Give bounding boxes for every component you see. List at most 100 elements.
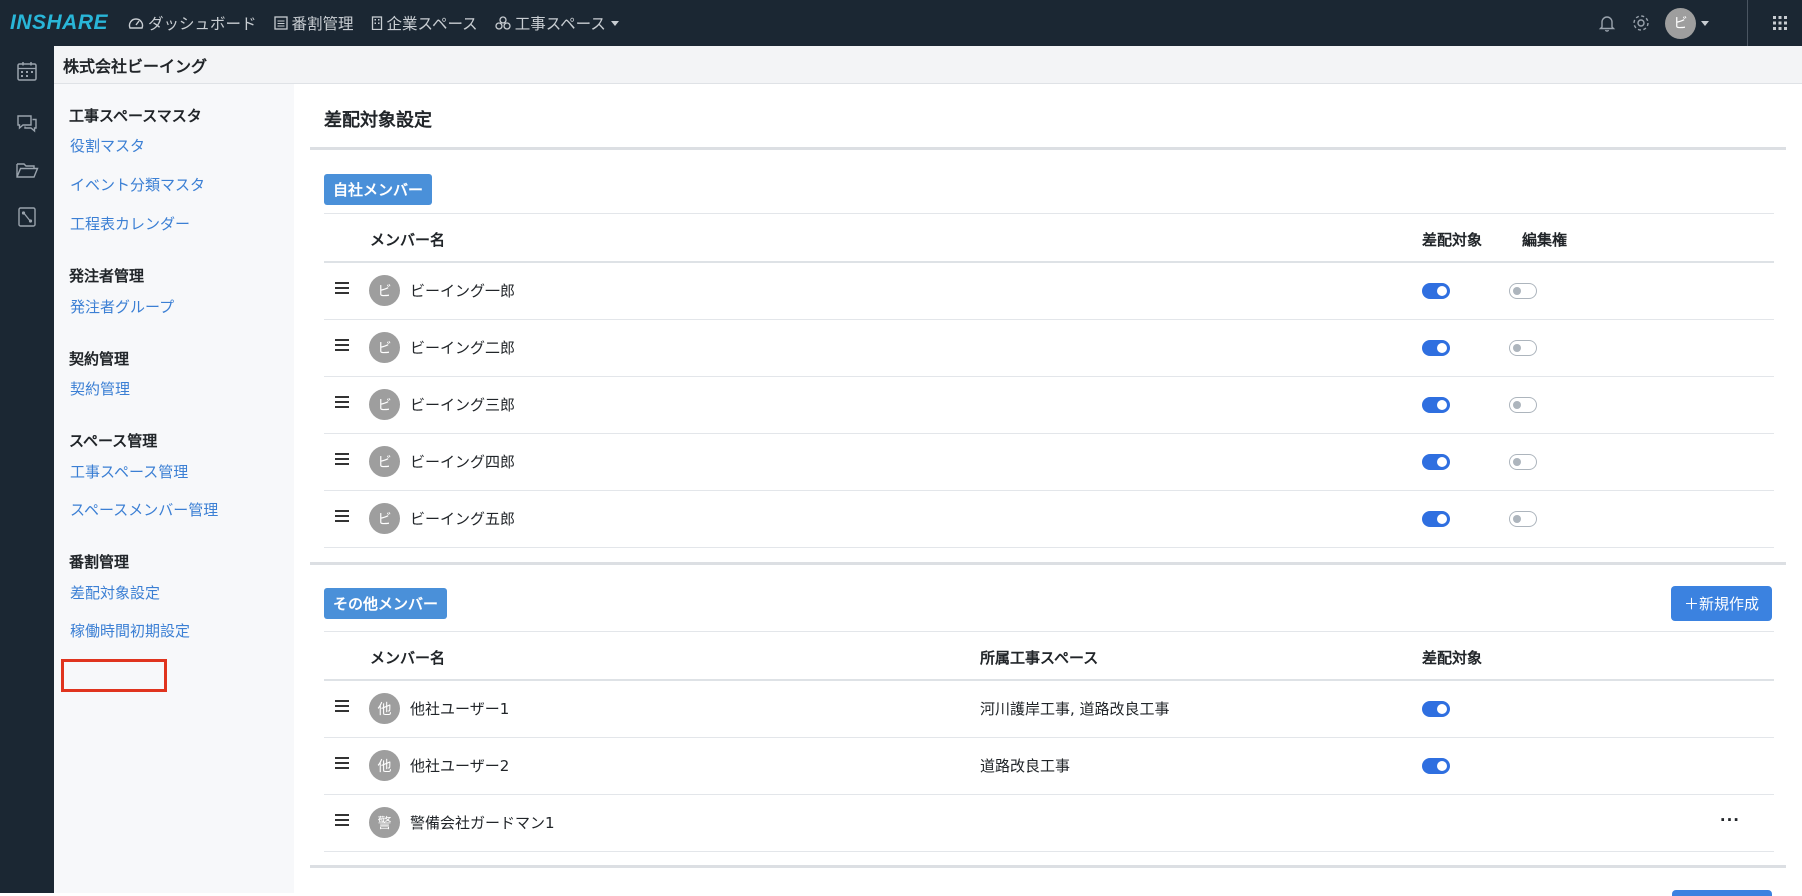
table-row: ビビーイング一郎 bbox=[324, 263, 1774, 320]
table-row: ビビーイング三郎 bbox=[324, 377, 1774, 434]
chevron-down-icon bbox=[610, 20, 619, 26]
nav-company-space-label: 企業スペース bbox=[386, 15, 478, 33]
table-row: 警警備会社ガードマン1 ··· bbox=[324, 795, 1774, 852]
edit-permission-toggle[interactable] bbox=[1509, 454, 1537, 470]
avatar: 警 bbox=[369, 807, 400, 838]
drag-handle-icon[interactable] bbox=[335, 453, 349, 466]
sidebar-item-event-category-master[interactable]: イベント分類マスタ bbox=[70, 174, 205, 195]
folder-button[interactable] bbox=[14, 157, 40, 183]
dispatch-target-toggle[interactable] bbox=[1422, 397, 1450, 413]
settings-button[interactable] bbox=[1631, 13, 1651, 33]
drag-handle-icon[interactable] bbox=[335, 757, 349, 770]
top-nav: ダッシュボード 番割管理 企業スペース 工事スペース bbox=[128, 12, 636, 34]
member-name: ビーイング三郎 bbox=[410, 396, 516, 414]
nav-dashboard[interactable]: ダッシュボード bbox=[128, 12, 257, 34]
table-header: メンバー名 差配対象 編集権 bbox=[324, 213, 1774, 263]
company-header: 株式会社ビーイング bbox=[54, 46, 1802, 84]
new-create-button[interactable]: ＋新規作成 bbox=[1670, 586, 1772, 621]
nav-company-space[interactable]: 企業スペース bbox=[371, 12, 478, 34]
sidebar-item-space-management[interactable]: 工事スペース管理 bbox=[70, 461, 188, 482]
company-name: 株式会社ビーイング bbox=[63, 56, 208, 76]
left-icon-rail bbox=[0, 46, 54, 893]
folder-open-icon bbox=[16, 163, 39, 178]
chat-icon bbox=[17, 115, 37, 133]
sidebar-item-client-group[interactable]: 発注者グループ bbox=[70, 296, 174, 317]
column-header-dispatch-target: 差配対象 bbox=[1422, 649, 1483, 667]
nav-construction-space-label: 工事スペース bbox=[514, 15, 606, 33]
sidebar-item-space-member-management[interactable]: スペースメンバー管理 bbox=[70, 499, 218, 520]
avatar: ビ bbox=[369, 332, 400, 363]
nav-banwari[interactable]: 番割管理 bbox=[273, 12, 354, 34]
dispatch-target-toggle[interactable] bbox=[1422, 511, 1450, 527]
edit-permission-toggle[interactable] bbox=[1509, 511, 1537, 527]
drag-handle-icon[interactable] bbox=[335, 510, 349, 523]
gear-icon bbox=[1633, 15, 1649, 31]
column-header-member-name: メンバー名 bbox=[370, 649, 446, 667]
drag-handle-icon[interactable] bbox=[335, 700, 349, 713]
table-row: 他他社ユーザー2 道路改良工事 bbox=[324, 738, 1774, 795]
member-name: ビーイング二郎 bbox=[410, 339, 516, 357]
user-menu[interactable]: ビ bbox=[1665, 7, 1709, 39]
cubes-icon bbox=[495, 16, 511, 30]
drag-handle-icon[interactable] bbox=[335, 814, 349, 827]
sidebar-item-contract-management[interactable]: 契約管理 bbox=[70, 378, 130, 399]
sidebar-section-title: 契約管理 bbox=[69, 350, 130, 368]
dispatch-target-toggle[interactable] bbox=[1422, 701, 1450, 717]
sidebar-section-title: スペース管理 bbox=[69, 432, 158, 450]
own-members-table: メンバー名 差配対象 編集権 ビビーイング一郎ビビーイング二郎ビビーイング三郎ビ… bbox=[324, 213, 1774, 548]
avatar: ビ bbox=[369, 275, 400, 306]
drag-handle-icon[interactable] bbox=[335, 282, 349, 295]
member-name: ビーイング四郎 bbox=[410, 453, 516, 471]
calendar-icon bbox=[17, 62, 37, 81]
sidebar-item-schedule-calendar[interactable]: 工程表カレンダー bbox=[70, 213, 190, 234]
app-logo[interactable]: INSHARE bbox=[10, 11, 108, 35]
nav-construction-space[interactable]: 工事スペース bbox=[495, 12, 619, 34]
avatar: ビ bbox=[369, 503, 400, 534]
other-members-table: メンバー名 所属工事スペース 差配対象 他他社ユーザー1 河川護岸工事, 道路改良… bbox=[324, 631, 1774, 852]
other-members-chip: その他メンバー bbox=[324, 588, 448, 619]
edit-permission-toggle[interactable] bbox=[1509, 283, 1537, 299]
dispatch-target-toggle[interactable] bbox=[1422, 283, 1450, 299]
divider bbox=[1747, 0, 1748, 46]
column-header-dispatch-target: 差配対象 bbox=[1422, 231, 1483, 249]
member-name: 警備会社ガードマン1 bbox=[410, 814, 555, 832]
avatar: 他 bbox=[369, 750, 400, 781]
column-header-edit-permission: 編集権 bbox=[1522, 231, 1568, 249]
dispatch-target-toggle[interactable] bbox=[1422, 454, 1450, 470]
apps-menu-button[interactable] bbox=[1772, 15, 1788, 31]
schedule-settings-button[interactable] bbox=[14, 204, 40, 230]
column-header-member-name: メンバー名 bbox=[370, 231, 446, 249]
construction-space: 道路改良工事 bbox=[980, 757, 1071, 775]
edit-permission-toggle[interactable] bbox=[1509, 397, 1537, 413]
chat-button[interactable] bbox=[14, 110, 40, 136]
save-button[interactable] bbox=[1672, 890, 1772, 896]
settings-sidebar: 工事スペースマスタ 役割マスタ イベント分類マスタ 工程表カレンダー 発注者管理… bbox=[54, 84, 294, 893]
sidebar-section-title: 番割管理 bbox=[69, 553, 130, 571]
avatar: ビ bbox=[1665, 7, 1696, 39]
active-item-highlight bbox=[61, 659, 167, 692]
edit-permission-toggle[interactable] bbox=[1509, 340, 1537, 356]
nav-dashboard-label: ダッシュボード bbox=[148, 15, 257, 33]
sidebar-section-title: 工事スペースマスタ bbox=[69, 107, 202, 125]
member-name: ビーイング五郎 bbox=[410, 510, 516, 528]
dispatch-target-toggle[interactable] bbox=[1422, 340, 1450, 356]
more-options-button[interactable]: ··· bbox=[1720, 811, 1740, 829]
top-right-tools: ビ bbox=[1597, 0, 1802, 46]
sidebar-item-role-master[interactable]: 役割マスタ bbox=[70, 135, 145, 156]
calendar-button[interactable] bbox=[14, 58, 40, 84]
own-members-chip: 自社メンバー bbox=[324, 174, 433, 205]
member-name: ビーイング一郎 bbox=[410, 282, 516, 300]
divider bbox=[310, 865, 1786, 868]
notifications-button[interactable] bbox=[1597, 13, 1617, 33]
sidebar-item-default-working-hours[interactable]: 稼働時間初期設定 bbox=[70, 620, 190, 641]
member-name: 他社ユーザー1 bbox=[410, 700, 510, 718]
page-title: 差配対象設定 bbox=[324, 110, 432, 131]
main-content: 差配対象設定 自社メンバー メンバー名 差配対象 編集権 ビビーイング一郎ビビー… bbox=[294, 84, 1802, 896]
table-row: ビビーイング二郎 bbox=[324, 320, 1774, 377]
nav-banwari-label: 番割管理 bbox=[291, 15, 354, 33]
drag-handle-icon[interactable] bbox=[335, 339, 349, 352]
dispatch-target-toggle[interactable] bbox=[1422, 758, 1450, 774]
avatar: ビ bbox=[369, 446, 400, 477]
drag-handle-icon[interactable] bbox=[335, 396, 349, 409]
sidebar-item-dispatch-target-setting[interactable]: 差配対象設定 bbox=[70, 582, 160, 603]
